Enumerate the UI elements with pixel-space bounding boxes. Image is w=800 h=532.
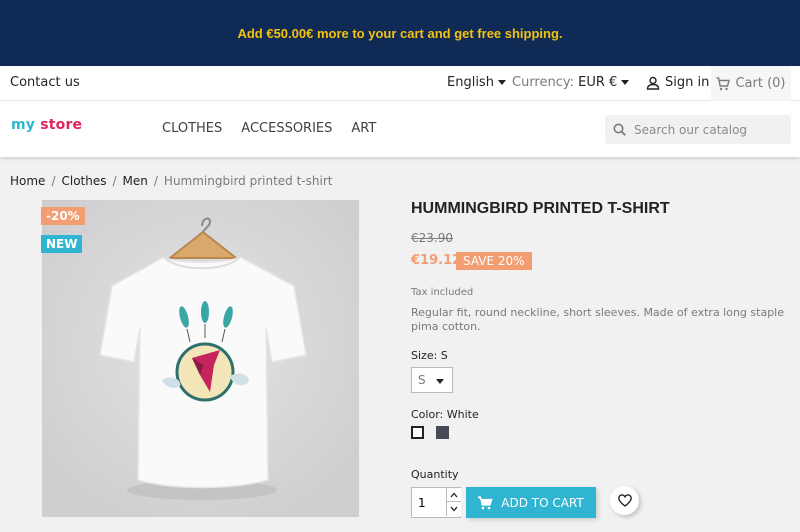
search-icon[interactable] [613,123,626,136]
sign-in-link[interactable]: Sign in [646,75,709,90]
cart-icon [478,495,493,509]
caret-down-icon [436,379,444,384]
contact-us-link[interactable]: Contact us [10,75,80,90]
product-image[interactable] [42,200,359,517]
add-to-cart-label: ADD TO CART [501,495,584,510]
language-selector[interactable]: English [447,75,506,90]
caret-down-icon [621,80,630,85]
menu-item-clothes[interactable]: CLOTHES [162,121,222,136]
main-header: my store CLOTHES ACCESSORIES ART [0,101,800,157]
chevron-up-icon [450,492,458,497]
discount-flag: -20% [41,207,85,225]
wishlist-button[interactable] [610,486,639,515]
menu-item-accessories[interactable]: ACCESSORIES [241,121,332,136]
product-title: HUMMINGBIRD PRINTED T-SHIRT [411,200,670,217]
currency-selector[interactable]: Currency: EUR € [512,75,630,90]
search-box [605,115,791,144]
discount-badge: SAVE 20% [456,252,532,270]
color-label: Color: White [411,408,479,421]
tshirt-illustration [42,200,359,517]
breadcrumb: Home / Clothes / Men / Hummingbird print… [10,174,332,188]
free-shipping-text: Add €50.00€ more to your cart and get fr… [237,25,563,41]
quantity-input[interactable] [412,488,446,517]
color-swatch-white[interactable] [411,426,424,439]
product-description: Regular fit, round neckline, short sleev… [411,306,785,333]
cart-icon [716,76,731,90]
heart-icon [617,494,632,507]
color-swatch-grey[interactable] [436,426,449,439]
breadcrumb-clothes[interactable]: Clothes [61,174,106,188]
breadcrumb-current: Hummingbird printed t-shirt [163,174,333,188]
regular-price: €23.90 [411,231,453,245]
breadcrumb-separator: / [51,174,56,188]
breadcrumb-men[interactable]: Men [123,174,148,188]
sign-in-label: Sign in [665,75,710,90]
breadcrumb-separator: / [112,174,117,188]
cart-button[interactable]: Cart (0) [711,66,791,101]
size-select-value: S [418,373,426,387]
currency-label: Currency: [512,75,575,90]
current-price: €19.12 [411,253,462,268]
size-label: Size: S [411,349,448,362]
add-to-cart-button[interactable]: ADD TO CART [466,487,596,518]
logo-part-my: my [11,117,36,133]
logo-part-store: store [40,117,83,133]
main-menu: CLOTHES ACCESSORIES ART [162,121,395,136]
size-select[interactable]: S [411,367,453,393]
menu-item-art[interactable]: ART [351,121,376,136]
caret-down-icon [497,80,506,85]
breadcrumb-separator: / [153,174,158,188]
quantity-decrease-button[interactable] [446,502,461,516]
top-nav-bar: Contact us English Currency: EUR € Sign … [0,66,800,101]
free-shipping-banner: Add €50.00€ more to your cart and get fr… [0,0,800,66]
quantity-label: Quantity [411,468,459,481]
currency-value: EUR € [578,75,618,90]
quantity-stepper [411,487,461,518]
chevron-down-icon [450,506,458,512]
user-icon [646,76,660,90]
search-input[interactable] [634,122,784,137]
cart-label: Cart (0) [735,76,786,91]
breadcrumb-home[interactable]: Home [10,174,45,188]
store-logo[interactable]: my store [11,117,82,133]
tax-label: Tax included [411,287,474,298]
language-value: English [447,75,494,90]
quantity-increase-button[interactable] [446,488,461,502]
new-flag: NEW [41,235,83,253]
